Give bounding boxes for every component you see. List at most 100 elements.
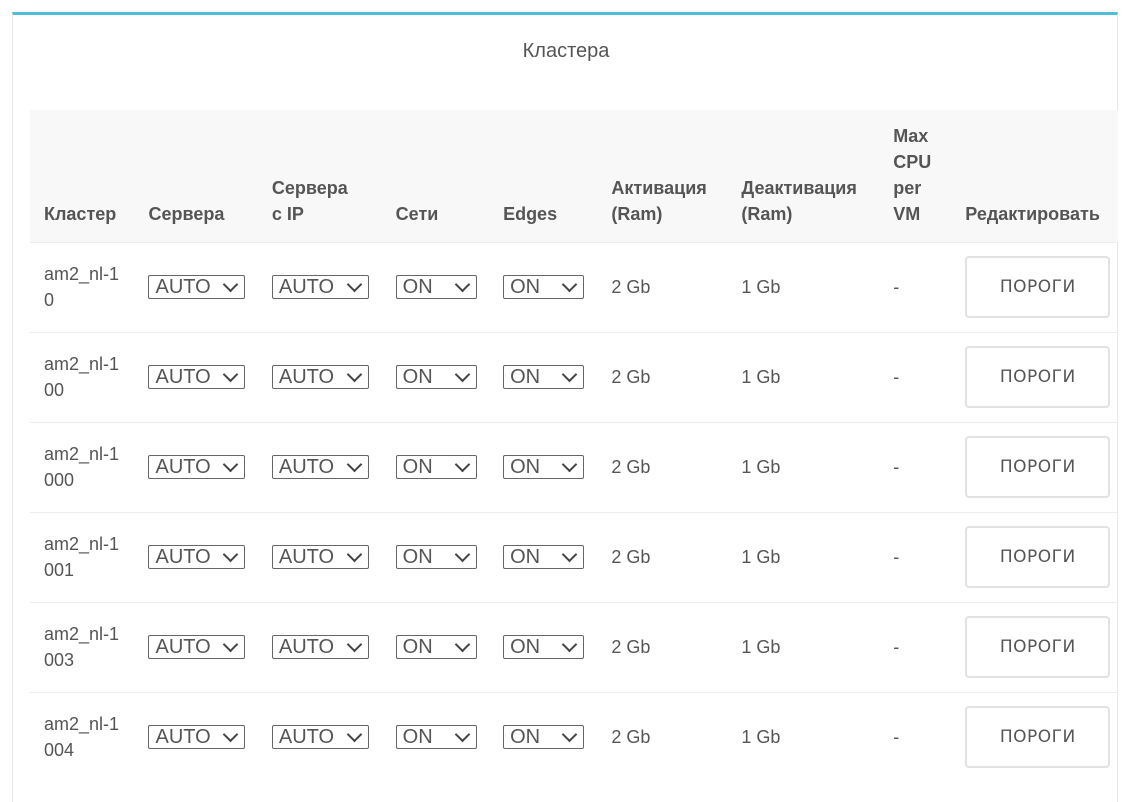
header-deactivation: Деактивация (Ram) <box>741 177 857 224</box>
chevron-down-icon <box>454 456 470 472</box>
servers-select[interactable]: AUTO <box>148 275 246 299</box>
activation-cell: 2 Gb <box>597 331 728 422</box>
cluster-name-cell: am2_nl-1001 <box>30 511 135 602</box>
cluster-name-cell: am2_nl-1003 <box>30 601 135 692</box>
cluster-name-cell: am2_nl-1004 <box>30 691 135 782</box>
chevron-down-icon <box>223 456 239 472</box>
table-header-row: Кластер Сервера Сервера с IP Сети Edges … <box>30 110 1118 242</box>
cluster-name: am2_nl-100 <box>44 354 120 400</box>
networks-select[interactable]: ON <box>395 365 477 389</box>
header-max-cpu: Max CPU per VM <box>893 125 932 224</box>
table-row: am2_nl-1003 AUTO AUTO ON ON 2 Gb 1 Gb - … <box>30 601 1118 692</box>
chevron-down-icon <box>561 636 578 652</box>
chevron-down-icon <box>223 276 239 292</box>
clusters-table: Кластер Сервера Сервера с IP Сети Edges … <box>30 110 1118 782</box>
servers-ip-select[interactable]: AUTO <box>271 275 369 299</box>
chevron-down-icon <box>561 726 578 743</box>
cluster-name-cell: am2_nl-1000 <box>30 421 135 512</box>
edges-select[interactable]: ON <box>503 725 585 750</box>
networks-select[interactable]: ON <box>395 545 477 569</box>
thresholds-button[interactable]: ПОРОГИ <box>965 346 1111 408</box>
deactivation-cell: 1 Gb <box>727 691 880 782</box>
header-edit: Редактировать <box>965 203 1100 224</box>
servers-ip-select[interactable]: AUTO <box>271 455 369 479</box>
chevron-down-icon <box>454 546 470 562</box>
chevron-down-icon <box>454 726 470 743</box>
deactivation-cell: 1 Gb <box>727 241 880 332</box>
deactivation-cell: 1 Gb <box>727 421 880 512</box>
header-activation: Активация (Ram) <box>611 177 707 224</box>
chevron-down-icon <box>454 636 470 652</box>
chevron-down-icon <box>454 276 470 292</box>
thresholds-button[interactable]: ПОРОГИ <box>965 256 1111 318</box>
max-cpu-cell: - <box>879 511 952 602</box>
deactivation-cell: 1 Gb <box>727 331 880 422</box>
edges-select[interactable]: ON <box>503 635 585 659</box>
servers-select[interactable]: AUTO <box>148 545 246 569</box>
edges-select[interactable]: ON <box>503 365 585 389</box>
activation-cell: 2 Gb <box>597 421 728 512</box>
chevron-down-icon <box>223 726 239 743</box>
activation-cell: 2 Gb <box>597 241 728 332</box>
cluster-name: am2_nl-10 <box>44 264 120 310</box>
chevron-down-icon <box>346 276 363 292</box>
thresholds-button[interactable]: ПОРОГИ <box>965 436 1111 498</box>
table-row: am2_nl-1001 AUTO AUTO ON ON 2 Gb 1 Gb - … <box>30 511 1118 602</box>
networks-select[interactable]: ON <box>395 635 477 659</box>
chevron-down-icon <box>561 546 578 562</box>
chevron-down-icon <box>561 366 578 382</box>
chevron-down-icon <box>346 456 363 472</box>
chevron-down-icon <box>561 456 578 472</box>
max-cpu-cell: - <box>879 421 952 512</box>
chevron-down-icon <box>561 276 578 292</box>
activation-cell: 2 Gb <box>597 511 728 602</box>
cluster-name-cell: am2_nl-100 <box>30 331 135 422</box>
header-cluster: Кластер <box>44 203 117 224</box>
chevron-down-icon <box>346 546 363 562</box>
deactivation-cell: 1 Gb <box>727 511 880 602</box>
chevron-down-icon <box>346 366 363 382</box>
activation-cell: 2 Gb <box>597 601 728 692</box>
edges-select[interactable]: ON <box>503 455 585 479</box>
max-cpu-cell: - <box>879 331 952 422</box>
edges-select[interactable]: ON <box>503 545 585 569</box>
servers-ip-select[interactable]: AUTO <box>271 365 369 389</box>
servers-select[interactable]: AUTO <box>148 725 246 750</box>
max-cpu-cell: - <box>879 241 952 332</box>
table-row: am2_nl-100 AUTO AUTO ON ON 2 Gb 1 Gb - П… <box>30 331 1118 422</box>
networks-select[interactable]: ON <box>395 275 477 299</box>
header-servers-ip: Сервера с IP <box>271 177 348 224</box>
table-row: am2_nl-1000 AUTO AUTO ON ON 2 Gb 1 Gb - … <box>30 421 1118 512</box>
panel-title: Кластера <box>522 40 610 62</box>
chevron-down-icon <box>223 636 239 652</box>
chevron-down-icon <box>346 636 363 652</box>
thresholds-button[interactable]: ПОРОГИ <box>965 706 1111 769</box>
edges-select[interactable]: ON <box>503 275 585 299</box>
header-servers: Сервера <box>148 203 225 224</box>
table-row: am2_nl-1004 AUTO AUTO ON ON 2 Gb 1 Gb - … <box>30 691 1118 782</box>
chevron-down-icon <box>223 366 239 382</box>
cluster-name: am2_nl-1001 <box>44 534 120 580</box>
cluster-name: am2_nl-1004 <box>44 714 120 761</box>
cluster-name: am2_nl-1003 <box>44 624 120 670</box>
max-cpu-cell: - <box>879 601 952 692</box>
servers-select[interactable]: AUTO <box>148 365 246 389</box>
max-cpu-cell: - <box>879 691 952 782</box>
servers-ip-select[interactable]: AUTO <box>271 545 369 569</box>
header-networks: Сети <box>395 203 439 224</box>
header-edges: Edges <box>503 203 558 224</box>
servers-ip-select[interactable]: AUTO <box>271 635 369 659</box>
activation-cell: 2 Gb <box>597 691 728 782</box>
chevron-down-icon <box>223 546 239 562</box>
servers-select[interactable]: AUTO <box>148 455 246 479</box>
networks-select[interactable]: ON <box>395 455 477 479</box>
chevron-down-icon <box>454 366 470 382</box>
servers-ip-select[interactable]: AUTO <box>271 725 369 750</box>
thresholds-button[interactable]: ПОРОГИ <box>965 616 1111 678</box>
thresholds-button[interactable]: ПОРОГИ <box>965 526 1111 588</box>
networks-select[interactable]: ON <box>395 725 477 750</box>
cluster-name: am2_nl-1000 <box>44 444 120 490</box>
cluster-name-cell: am2_nl-10 <box>30 241 135 332</box>
table-row: am2_nl-10 AUTO AUTO ON ON 2 Gb 1 Gb - ПО… <box>30 241 1118 332</box>
servers-select[interactable]: AUTO <box>148 635 246 659</box>
